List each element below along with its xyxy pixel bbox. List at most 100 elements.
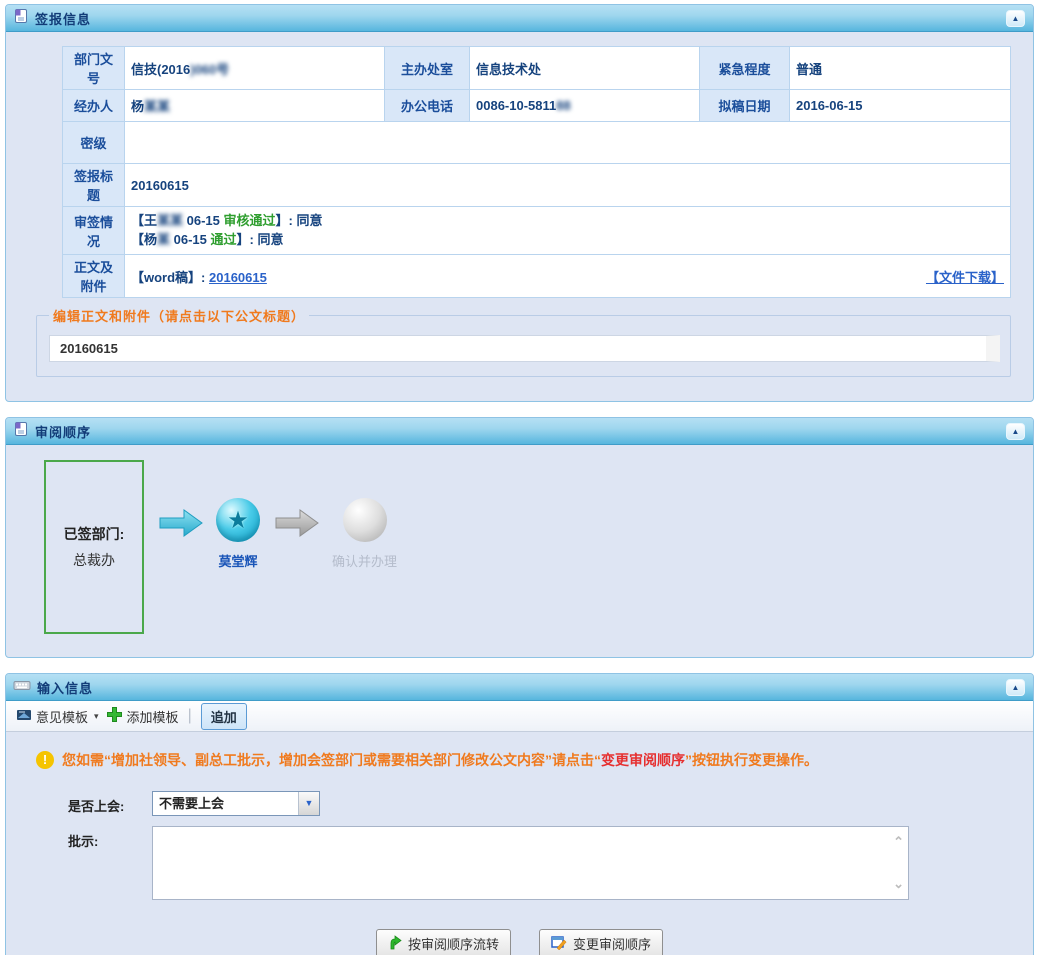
table-row: 签报标题 20160615 bbox=[63, 164, 1011, 207]
input-form: 是否上会: 不需要上会 ▼ 批示: ⌃ ⌄ bbox=[6, 791, 1033, 905]
office-phone-value: 0086-10-581188 bbox=[470, 90, 700, 122]
flow-step-confirm: 确认并办理 bbox=[332, 498, 397, 570]
host-office-label: 主办处室 bbox=[385, 47, 470, 90]
change-review-order-label: 变更审阅顺序 bbox=[573, 934, 651, 953]
document-icon bbox=[13, 8, 29, 29]
signed-dept-value: 总裁办 bbox=[73, 550, 115, 570]
secrecy-value bbox=[125, 122, 1011, 164]
audit-value: 【王某某 06-15 审核通过】: 同意 【杨某 06-15 通过】: 同意 bbox=[125, 207, 1011, 255]
doc-title-item[interactable]: 20160615 bbox=[49, 335, 1000, 362]
panel-title: 输入信息 bbox=[37, 678, 93, 697]
table-row: 经办人 杨某某 办公电话 0086-10-581188 拟稿日期 2016-06… bbox=[63, 90, 1011, 122]
dept-doc-no-label: 部门文号 bbox=[63, 47, 125, 90]
attachment-label: 正文及附件 bbox=[63, 255, 125, 298]
office-phone-label: 办公电话 bbox=[385, 90, 470, 122]
flow-arrow-icon-pending bbox=[274, 508, 320, 543]
note-icon bbox=[16, 707, 32, 726]
review-order-panel: 审阅顺序 ▲ 已签部门: 总裁办 ★ 莫堂辉 确认并办理 bbox=[5, 417, 1034, 658]
signed-dept-label: 已签部门: bbox=[64, 524, 125, 544]
opinion-template-label: 意见模板 bbox=[36, 707, 88, 726]
collapse-icon[interactable]: ▲ bbox=[1006, 423, 1025, 440]
panel-title: 签报信息 bbox=[35, 9, 91, 28]
input-info-panel: 输入信息 ▲ 意见模板 ▾ 添加模板 | 追加 ! 您如需“增加社领导 bbox=[5, 673, 1034, 955]
warning-highlight: 变更审阅顺序 bbox=[601, 752, 685, 768]
draft-date-label: 拟稿日期 bbox=[700, 90, 790, 122]
redacted-text: 88 bbox=[556, 98, 570, 113]
opinion-template-menu[interactable]: 意见模板 ▾ bbox=[16, 707, 99, 726]
comment-field-wrap: ⌃ ⌄ bbox=[152, 826, 909, 905]
edit-attachment-legend: 编辑正文和附件（请点击以下公文标题） bbox=[49, 306, 309, 325]
panel-title: 审阅顺序 bbox=[35, 422, 91, 441]
pending-step-label: 确认并办理 bbox=[332, 551, 397, 570]
reviewer-name: 莫堂辉 bbox=[218, 551, 257, 570]
page: 签报信息 ▲ 部门文号 信技(2016)060号 主办处室 信息技术处 紧急程度… bbox=[0, 0, 1039, 955]
sign-info-body: 部门文号 信技(2016)060号 主办处室 信息技术处 紧急程度 普通 经办人… bbox=[6, 32, 1033, 401]
collapse-icon[interactable]: ▲ bbox=[1006, 10, 1025, 27]
comment-label: 批示: bbox=[68, 826, 152, 850]
flow-step-reviewer[interactable]: ★ 莫堂辉 bbox=[216, 498, 260, 570]
redacted-text: 某某 bbox=[157, 213, 183, 228]
chevron-down-icon: ▾ bbox=[94, 711, 99, 722]
report-title-value: 20160615 bbox=[125, 164, 1011, 207]
meeting-select-value: 不需要上会 bbox=[153, 792, 298, 815]
input-info-header: 输入信息 ▲ bbox=[6, 674, 1033, 701]
input-info-body: 意见模板 ▾ 添加模板 | 追加 ! 您如需“增加社领导、副总工批示，增加会签部… bbox=[6, 701, 1033, 955]
meeting-select[interactable]: 不需要上会 ▼ bbox=[152, 791, 320, 816]
redacted-text: 某某 bbox=[144, 99, 170, 114]
collapse-icon[interactable]: ▲ bbox=[1006, 679, 1025, 696]
plus-icon bbox=[106, 706, 123, 726]
audit-label: 审签情况 bbox=[63, 207, 125, 255]
audit-line-1: 【王某某 06-15 审核通过】: 同意 bbox=[131, 212, 1004, 231]
host-office-value: 信息技术处 bbox=[470, 47, 700, 90]
review-order-header: 审阅顺序 ▲ bbox=[6, 418, 1033, 445]
change-review-order-button[interactable]: 变更审阅顺序 bbox=[539, 929, 663, 955]
audit-status: 审核通过 bbox=[224, 213, 276, 228]
table-row: 正文及附件 【word稿】: 20160615 【文件下载】 bbox=[63, 255, 1011, 298]
sign-info-panel: 签报信息 ▲ 部门文号 信技(2016)060号 主办处室 信息技术处 紧急程度… bbox=[5, 4, 1034, 402]
toolbar-separator: | bbox=[188, 707, 192, 725]
keyboard-icon bbox=[13, 677, 31, 698]
action-buttons: 按审阅顺序流转 变更审阅顺序 bbox=[6, 929, 1033, 955]
meeting-row: 是否上会: 不需要上会 ▼ bbox=[68, 791, 1033, 816]
draft-date-value: 2016-06-15 bbox=[790, 90, 1011, 122]
review-order-body: 已签部门: 总裁办 ★ 莫堂辉 确认并办理 bbox=[6, 445, 1033, 657]
dept-doc-no-value: 信技(2016)060号 bbox=[125, 47, 385, 90]
chevron-down-icon[interactable]: ▼ bbox=[298, 792, 319, 815]
reviewer-user-icon: ★ bbox=[216, 498, 260, 542]
green-arrow-icon bbox=[388, 935, 402, 953]
append-button[interactable]: 追加 bbox=[201, 703, 247, 730]
table-row: 审签情况 【王某某 06-15 审核通过】: 同意 【杨某 06-15 通过】:… bbox=[63, 207, 1011, 255]
signed-dept-box: 已签部门: 总裁办 bbox=[44, 460, 144, 634]
table-row: 部门文号 信技(2016)060号 主办处室 信息技术处 紧急程度 普通 bbox=[63, 47, 1011, 90]
meeting-label: 是否上会: bbox=[68, 791, 152, 815]
attachment-value: 【word稿】: 20160615 【文件下载】 bbox=[125, 255, 1011, 298]
edit-attachment-fieldset: 编辑正文和附件（请点击以下公文标题） 20160615 bbox=[36, 306, 1011, 377]
urgency-label: 紧急程度 bbox=[700, 47, 790, 90]
audit-line-2: 【杨某 06-15 通过】: 同意 bbox=[131, 231, 1004, 250]
sign-info-header: 签报信息 ▲ bbox=[6, 5, 1033, 32]
add-template-label: 添加模板 bbox=[127, 707, 179, 726]
flow-arrow-icon-active bbox=[158, 508, 204, 543]
star-icon: ★ bbox=[227, 506, 249, 535]
sign-info-table: 部门文号 信技(2016)060号 主办处室 信息技术处 紧急程度 普通 经办人… bbox=[62, 46, 1011, 298]
attachment-text: 【word稿】: 20160615 bbox=[131, 267, 267, 286]
handler-value: 杨某某 bbox=[125, 90, 385, 122]
flow-by-order-label: 按审阅顺序流转 bbox=[408, 934, 499, 953]
report-title-label: 签报标题 bbox=[63, 164, 125, 207]
comment-textarea[interactable] bbox=[152, 826, 909, 900]
redacted-text: 某 bbox=[157, 232, 170, 247]
table-row: 密级 bbox=[63, 122, 1011, 164]
flow-by-order-button[interactable]: 按审阅顺序流转 bbox=[376, 929, 511, 955]
warning-message: ! 您如需“增加社领导、副总工批示，增加会签部门或需要相关部门修改公文内容”请点… bbox=[6, 732, 1033, 777]
warning-icon: ! bbox=[36, 751, 54, 769]
file-download-link[interactable]: 【文件下载】 bbox=[926, 267, 1004, 286]
redacted-text: )060号 bbox=[190, 62, 229, 77]
urgency-value: 普通 bbox=[790, 47, 1011, 90]
edit-window-icon bbox=[551, 935, 567, 953]
input-toolbar: 意见模板 ▾ 添加模板 | 追加 bbox=[6, 701, 1033, 732]
word-doc-link[interactable]: 20160615 bbox=[209, 270, 267, 285]
add-template-button[interactable]: 添加模板 bbox=[106, 706, 179, 726]
secrecy-label: 密级 bbox=[63, 122, 125, 164]
audit-status: 通过 bbox=[211, 232, 237, 247]
warning-text: 您如需“增加社领导、副总工批示，增加会签部门或需要相关部门修改公文内容”请点击“… bbox=[62, 750, 818, 771]
